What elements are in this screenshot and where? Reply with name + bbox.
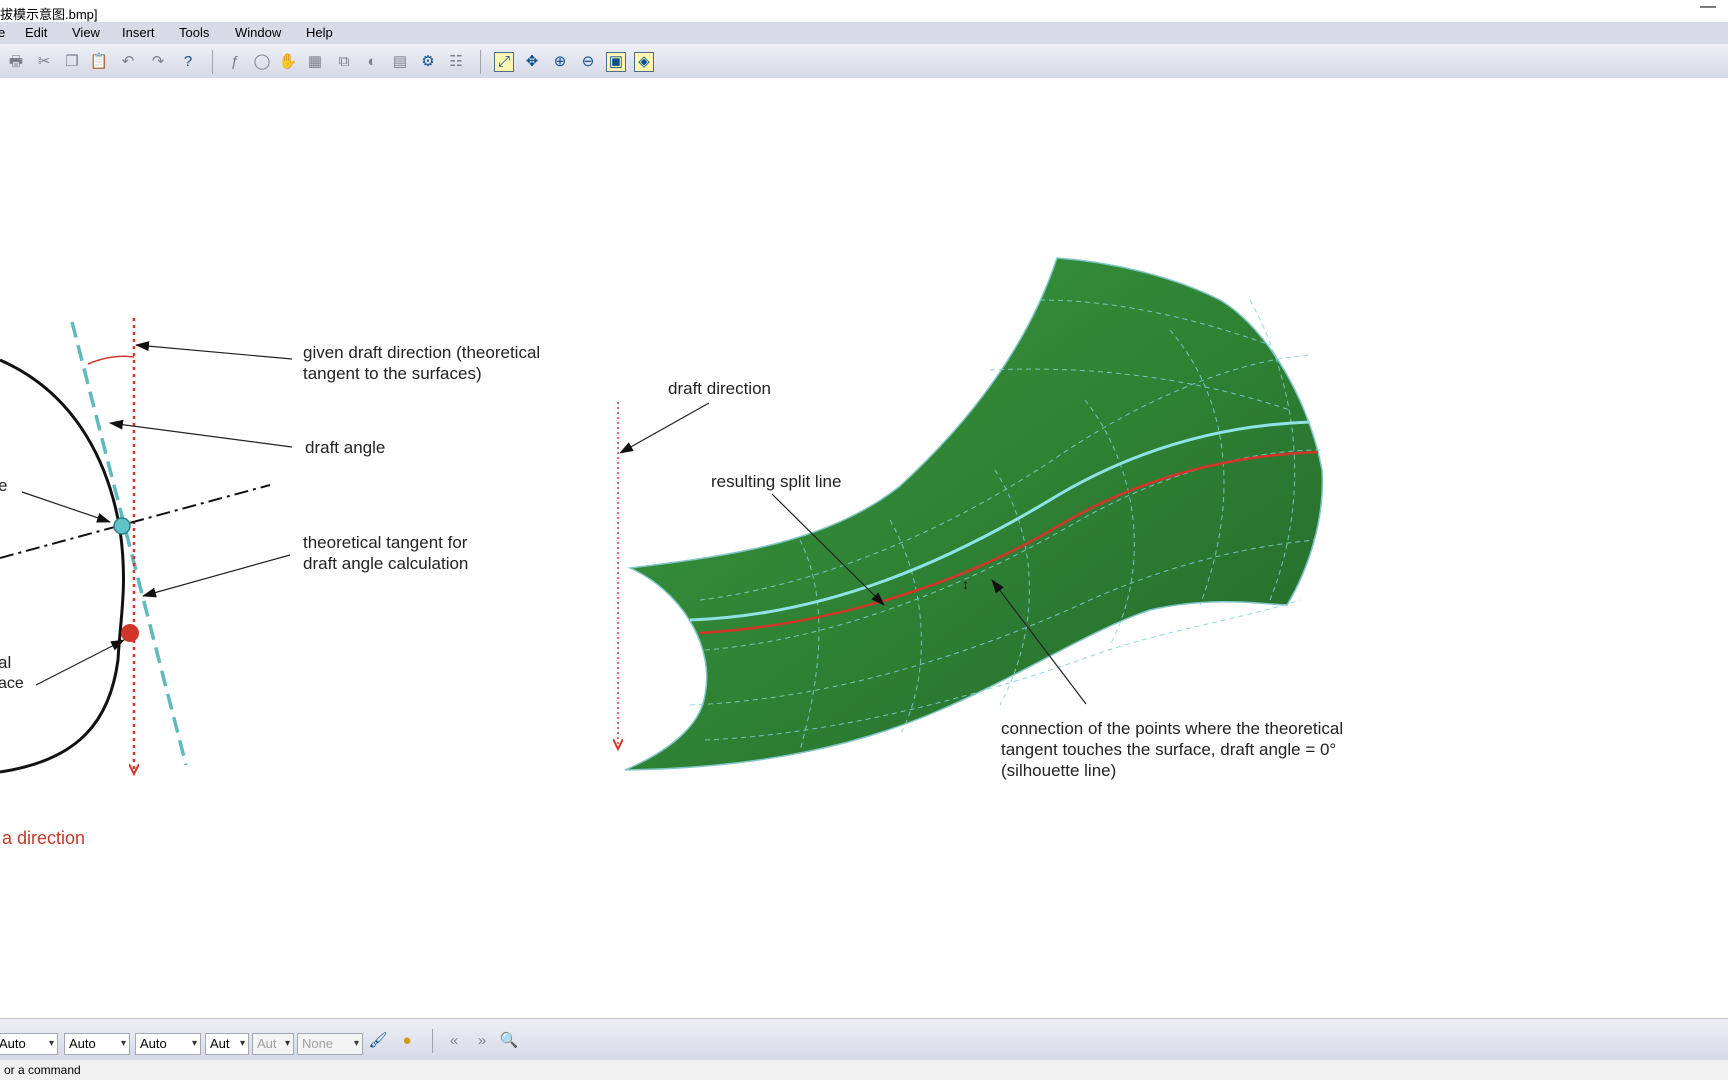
- line-color-select[interactable]: Auto ▾: [0, 1033, 58, 1055]
- menu-insert[interactable]: Insert: [122, 25, 155, 40]
- menu-tools[interactable]: Tools: [179, 25, 209, 40]
- tools-icon[interactable]: ⚙: [418, 52, 438, 72]
- label-theoretical-tangent-1: theoretical tangent for: [303, 533, 468, 552]
- label-theoretical-tangent-2: draft angle calculation: [303, 554, 468, 573]
- label-connection-1: connection of the points where the theor…: [1001, 719, 1343, 738]
- label-draft-angle: draft angle: [305, 438, 385, 457]
- menu-fragment: e: [0, 25, 6, 40]
- status-bar: or a command: [0, 1060, 1728, 1080]
- tangent-point-cyan: [113, 517, 131, 535]
- toolbar-separator: [212, 50, 213, 74]
- redo-icon[interactable]: ↷: [148, 52, 168, 72]
- normal-view-icon[interactable]: ▣: [606, 52, 626, 72]
- cut-icon[interactable]: ✂: [34, 52, 54, 72]
- hand-icon[interactable]: ✋: [278, 52, 298, 72]
- label-resulting-split-line: resulting split line: [711, 472, 841, 491]
- label-given-draft-direction-1: given draft direction (theoretical: [303, 343, 540, 362]
- label-cut-3: ace: [0, 675, 24, 692]
- window-title: 拔模示意图.bmp]: [0, 7, 98, 22]
- top-toolbar: 🖶 ✂ ❐ 📋 ↶ ↷ ? ƒ ◯ ✋ ▦ ⧉ ◐ ▤ ⚙ ☷ ⤢ ✥ ⊕ ⊖ …: [0, 44, 1728, 79]
- hierarchy-icon[interactable]: ☷: [446, 52, 466, 72]
- copy-icon[interactable]: ❐: [62, 52, 82, 72]
- pattern-select[interactable]: Aut ▾: [252, 1033, 294, 1055]
- zoom-in-icon[interactable]: ⊕: [550, 52, 570, 72]
- label-connection-3: (silhouette line): [1001, 761, 1116, 780]
- table-icon[interactable]: ▦: [305, 52, 325, 72]
- menu-window[interactable]: Window: [235, 25, 281, 40]
- tangent-dashed-line: [70, 321, 188, 766]
- minimize-button[interactable]: —: [1700, 0, 1716, 16]
- line-type-select[interactable]: Auto ▾: [135, 1033, 201, 1055]
- left-caption: a direction: [2, 828, 85, 848]
- title-bar: 拔模示意图.bmp] —: [0, 0, 1728, 22]
- menu-bar: e Edit View Insert Tools Window Help: [0, 22, 1728, 44]
- part-profile-curve: [0, 358, 125, 774]
- status-text: or a command: [4, 1063, 81, 1077]
- pan-icon[interactable]: ✥: [522, 52, 542, 72]
- toolbar-separator: [480, 50, 481, 74]
- last-page-icon[interactable]: »: [472, 1031, 492, 1051]
- draft-angle-arc: [87, 355, 135, 365]
- paste-icon[interactable]: 📋: [89, 52, 109, 72]
- label-cut-2: al: [0, 653, 11, 672]
- menu-help[interactable]: Help: [306, 25, 333, 40]
- resize-cursor-icon: ↕: [962, 576, 969, 592]
- comment-icon[interactable]: ◯: [252, 52, 272, 72]
- drawing-canvas[interactable]: given draft direction (theoretical tange…: [0, 78, 1728, 1018]
- formula-icon[interactable]: ƒ: [225, 52, 245, 72]
- bottom-toolbar: Auto ▾ Auto ▾ Auto ▾ Aut ▾ Aut ▾ None ▾ 🖌 ● « …: [0, 1018, 1728, 1061]
- graph-icon[interactable]: ▤: [390, 52, 410, 72]
- menu-edit[interactable]: Edit: [25, 25, 47, 40]
- tangent-point-red: [121, 624, 139, 642]
- whats-this-icon[interactable]: ?: [178, 52, 198, 72]
- shade-icon[interactable]: ◐: [362, 52, 382, 72]
- undo-icon[interactable]: ↶: [118, 52, 138, 72]
- format-painter-icon[interactable]: 🖌: [368, 1031, 388, 1051]
- zoom-out-icon[interactable]: ⊖: [578, 52, 598, 72]
- first-page-icon[interactable]: «: [444, 1031, 464, 1051]
- draft-diagram: given draft direction (theoretical tange…: [0, 257, 1343, 848]
- thickness-select[interactable]: Aut ▾: [205, 1033, 249, 1055]
- line-weight-select[interactable]: Auto ▾: [64, 1033, 130, 1055]
- label-cut-1: e: [0, 476, 7, 495]
- print-icon[interactable]: 🖶: [6, 52, 26, 72]
- tree-icon[interactable]: ⧉: [334, 52, 354, 72]
- fill-select[interactable]: None ▾: [297, 1033, 363, 1055]
- label-given-draft-direction-2: tangent to the surfaces): [303, 364, 482, 383]
- fit-all-icon[interactable]: ⤢: [494, 52, 514, 72]
- search-icon[interactable]: 🔍: [499, 1031, 519, 1051]
- toolbar-separator: [432, 1029, 433, 1053]
- view-mode-icon[interactable]: ◈: [634, 52, 654, 72]
- menu-view[interactable]: View: [72, 25, 100, 40]
- palette-icon[interactable]: ●: [397, 1031, 417, 1051]
- label-draft-direction: draft direction: [668, 379, 771, 398]
- label-connection-2: tangent touches the surface, draft angle…: [1001, 740, 1336, 759]
